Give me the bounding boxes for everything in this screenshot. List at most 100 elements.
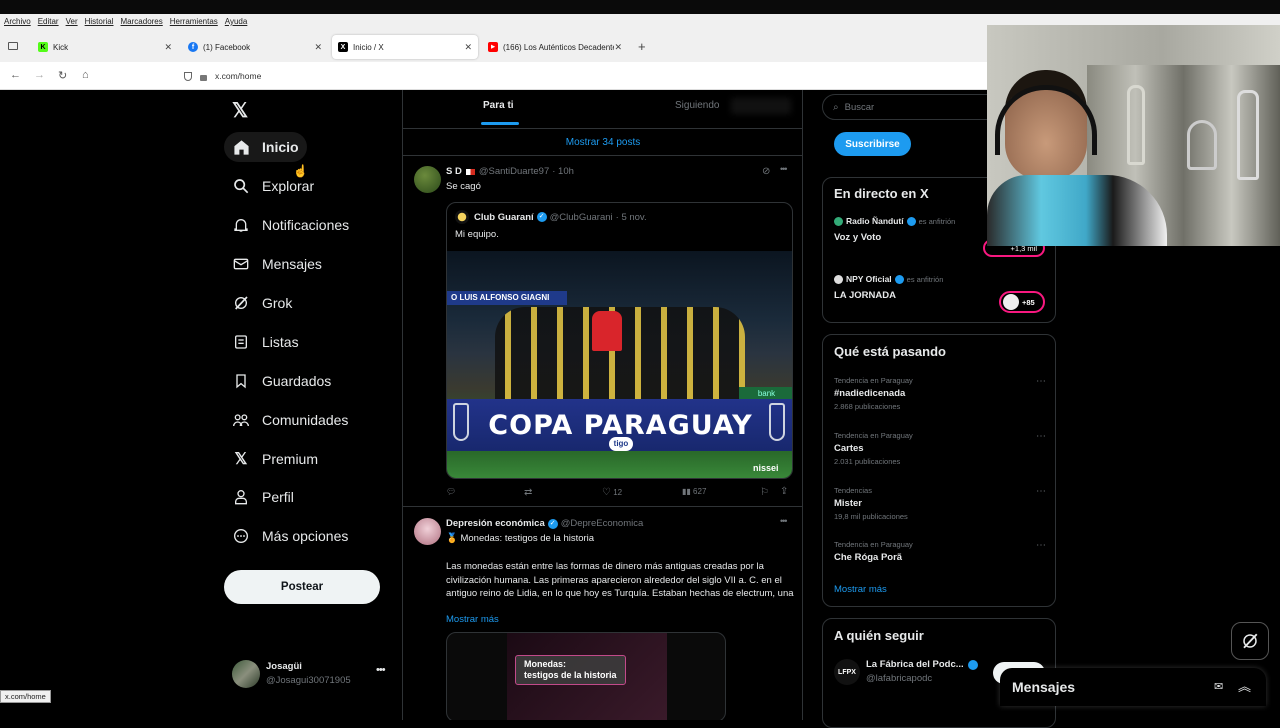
trend-item[interactable]: Tendencias Mister 19,8 mil publicaciones… (834, 486, 1046, 521)
menu-ver[interactable]: Ver (66, 17, 78, 26)
menu-historial[interactable]: Historial (85, 17, 114, 26)
more-dots-icon[interactable]: ⋯ (1036, 431, 1046, 442)
live-listeners-pill[interactable]: +85 (999, 291, 1045, 313)
trend-item[interactable]: Tendencia en Paraguay #nadiedicenada 2.8… (834, 376, 1046, 411)
trend-count: 19,8 mil publicaciones (834, 512, 908, 521)
nav-comunidades[interactable]: Comunidades (224, 405, 356, 435)
nav-perfil[interactable]: Perfil (224, 482, 302, 512)
tab-kick[interactable]: K Kick ✕ (32, 35, 178, 59)
post-button[interactable]: Postear (224, 570, 380, 604)
menu-archivo[interactable]: Archivo (4, 17, 31, 26)
quoted-post[interactable]: Club Guaraní ✓ @ClubGuarani · 5 nov. Mi … (446, 202, 793, 479)
menu-editar[interactable]: Editar (38, 17, 59, 26)
show-more-link[interactable]: Mostrar más (446, 614, 499, 625)
menu-ayuda[interactable]: Ayuda (225, 17, 248, 26)
post-time[interactable]: · 10h (552, 166, 574, 177)
tab-para-ti[interactable]: Para ti (483, 100, 514, 111)
new-message-icon[interactable]: ✉ (1214, 680, 1223, 693)
views-button[interactable]: ▮▮ 627 (682, 487, 706, 496)
more-circle-icon (232, 527, 250, 545)
url-text[interactable]: x.com/home (215, 71, 261, 81)
home-icon[interactable]: ⌂ (82, 69, 89, 81)
account-switcher[interactable]: Josagüi @Josagui30071905 ••• (232, 658, 392, 692)
forward-icon[interactable]: → (34, 69, 45, 81)
new-tab-button[interactable]: + (638, 39, 646, 54)
live-title: En directo en X (834, 186, 929, 201)
trend-item[interactable]: Tendencia en Paraguay Che Róga Porã ⋯ (834, 540, 1046, 563)
more-dots-icon[interactable]: ••• (376, 664, 386, 676)
post-image[interactable]: Monedas: testigos de la historia (446, 632, 726, 720)
post[interactable]: Depresión económica ✓ @DepreEconomica ••… (403, 508, 803, 720)
goalkeeper (592, 311, 622, 351)
tab-facebook[interactable]: f (1) Facebook ✕ (182, 35, 328, 59)
more-dots-icon[interactable]: ⋯ (1036, 486, 1046, 497)
author-handle[interactable]: @DepreEconomica (561, 518, 644, 529)
trophy-icon (453, 403, 469, 441)
search-icon: ⌕ (833, 101, 839, 113)
nav-grok[interactable]: Grok (224, 288, 300, 318)
reply-icon[interactable]: 💬︎ (446, 487, 456, 496)
share-icon[interactable]: ⇪ (780, 486, 788, 497)
tab-siguiendo[interactable]: Siguiendo (675, 100, 719, 111)
tab-overview-icon[interactable] (8, 42, 18, 50)
avatar (232, 660, 260, 688)
x-logo-icon[interactable]: 𝕏 (232, 98, 248, 123)
author-name[interactable]: Depresión económica (446, 518, 545, 529)
avatar[interactable] (414, 166, 441, 193)
grok-icon[interactable]: ⊘ (762, 166, 770, 177)
x-icon: X (338, 42, 348, 52)
follow-title: A quién seguir (834, 628, 924, 643)
nav-label: Inicio (262, 139, 299, 155)
post[interactable]: S D @SantiDuarte97 · 10h ⊘ ••• Se cagó C… (403, 156, 803, 507)
x-icon: 𝕏 (234, 451, 248, 468)
nav-mas-opciones[interactable]: Más opciones (224, 521, 356, 551)
author-name[interactable]: S D (446, 166, 462, 177)
live-host: Radio Ñandutí (846, 216, 904, 226)
facebook-icon: f (188, 42, 198, 52)
communities-icon (232, 411, 250, 429)
author-handle[interactable]: @SantiDuarte97 (479, 166, 549, 177)
nav-mensajes[interactable]: Mensajes (224, 249, 330, 279)
more-dots-icon[interactable]: ••• (780, 516, 788, 526)
subscribe-button[interactable]: Suscribirse (834, 132, 911, 156)
close-icon[interactable]: ✕ (314, 42, 322, 53)
tab-youtube[interactable]: ▶ (166) Los Auténticos Decadentes ✕ (482, 35, 628, 59)
back-icon[interactable]: ← (10, 69, 21, 81)
reload-icon[interactable]: ↻ (58, 69, 67, 82)
quoted-author-handle: @ClubGuarani (549, 211, 613, 223)
team-photo[interactable]: O LUIS ALFONSO GIAGNI bank COPA PARAGUAY… (447, 251, 792, 478)
close-icon[interactable]: ✕ (164, 42, 172, 53)
show-new-posts-button[interactable]: Mostrar 34 posts (403, 128, 803, 156)
quoted-text: Mi equipo. (455, 229, 499, 240)
grok-floating-button[interactable] (1231, 622, 1269, 660)
kick-icon: K (38, 42, 48, 52)
like-button[interactable]: ♡ 12 (602, 487, 622, 498)
more-dots-icon[interactable]: ⋯ (1036, 376, 1046, 387)
nav-label: Explorar (262, 178, 315, 194)
menu-herramientas[interactable]: Herramientas (170, 17, 218, 26)
nav-premium[interactable]: 𝕏 Premium (224, 444, 326, 474)
mail-icon (232, 255, 250, 273)
nav-inicio[interactable]: Inicio (224, 132, 307, 162)
address-field[interactable]: x.com/home (178, 67, 978, 85)
nav-label: Más opciones (262, 528, 349, 544)
close-icon[interactable]: ✕ (614, 41, 622, 53)
bookmark-icon[interactable]: ⚐ (760, 487, 769, 498)
avatar[interactable] (414, 518, 441, 545)
more-dots-icon[interactable]: ⋯ (1036, 540, 1046, 551)
close-icon[interactable]: ✕ (464, 42, 472, 53)
nav-guardados[interactable]: Guardados (224, 366, 339, 396)
repost-icon[interactable]: ⇄ (524, 487, 532, 498)
nav-listas[interactable]: Listas (224, 327, 307, 357)
tracking-shield-icon[interactable] (184, 71, 192, 81)
nav-notificaciones[interactable]: Notificaciones (224, 210, 357, 240)
chevron-up-icon[interactable]: ︽ (1238, 676, 1251, 695)
messages-drawer[interactable]: Mensajes ✉ ︽ (1000, 668, 1266, 706)
status-bar-url: x.com/home (0, 690, 51, 703)
tab-x-home[interactable]: X Inicio / X ✕ (332, 35, 478, 59)
lock-icon[interactable] (200, 74, 207, 81)
trend-item[interactable]: Tendencia en Paraguay Cartes 2.031 publi… (834, 431, 1046, 466)
show-more-link[interactable]: Mostrar más (834, 584, 887, 595)
more-dots-icon[interactable]: ••• (780, 164, 788, 174)
menu-marcadores[interactable]: Marcadores (121, 17, 163, 26)
